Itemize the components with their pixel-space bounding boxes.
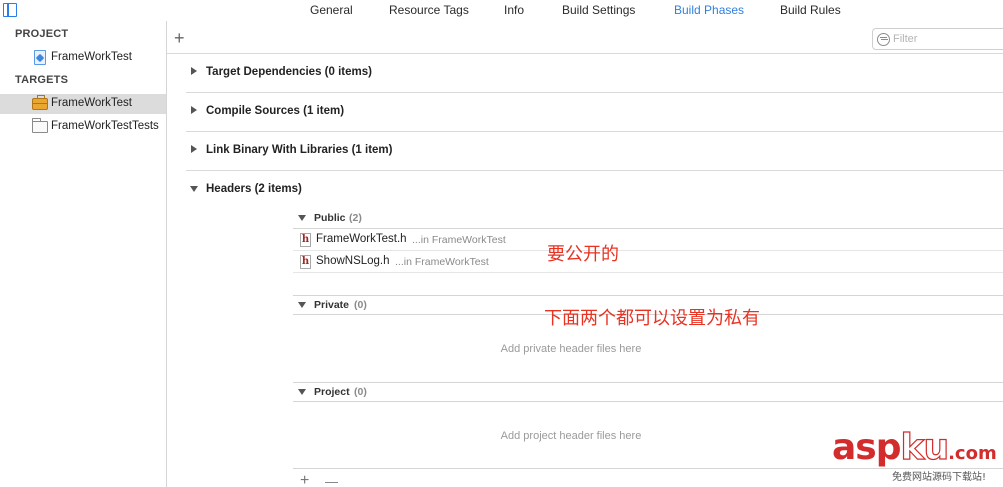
- project-target-sidebar: PROJECT FrameWorkTest TARGETS FrameWorkT…: [0, 21, 167, 487]
- filter-icon: [877, 33, 890, 46]
- add-header-button[interactable]: +: [300, 473, 309, 487]
- section-count: (0): [354, 386, 367, 398]
- section-count: (2): [349, 212, 362, 224]
- tab-build-rules[interactable]: Build Rules: [780, 3, 841, 17]
- sidebar-item-target-frameworktesttests[interactable]: FrameWorkTestTests: [0, 117, 166, 137]
- sidebar-item-label: FrameWorkTestTests: [51, 120, 159, 132]
- sidebar-item-label: FrameWorkTest: [51, 97, 132, 109]
- filter-field[interactable]: [872, 28, 1003, 50]
- divider: [293, 401, 1003, 402]
- annotation-public-note: 要公开的: [547, 244, 619, 265]
- file-name: FrameWorkTest.h: [316, 233, 407, 245]
- tab-bar: General Resource Tags Info Build Setting…: [0, 0, 1003, 21]
- section-name: Public: [314, 212, 346, 224]
- phase-headers[interactable]: Headers (2 items): [186, 171, 1003, 210]
- remove-header-button[interactable]: —: [325, 474, 338, 487]
- annotation-private-note: 下面两个都可以设置为私有: [544, 308, 760, 329]
- tab-build-phases[interactable]: Build Phases: [674, 3, 744, 17]
- sidebar-item-project[interactable]: FrameWorkTest: [0, 48, 166, 68]
- tab-general[interactable]: General: [310, 3, 353, 17]
- project-placeholder: Add project header files here: [500, 430, 642, 442]
- phase-title: Link Binary With Libraries (1 item): [206, 144, 393, 156]
- tab-info[interactable]: Info: [504, 3, 524, 17]
- section-count: (0): [354, 299, 367, 311]
- add-build-phase-button[interactable]: +: [174, 29, 185, 47]
- phase-title: Headers (2 items): [206, 183, 302, 195]
- phase-target-dependencies[interactable]: Target Dependencies (0 items): [186, 54, 1003, 93]
- folder-icon: [32, 118, 48, 133]
- disclosure-right-icon[interactable]: [191, 145, 197, 153]
- watermark-asp: asp: [832, 427, 901, 468]
- toolbox-icon: [32, 95, 48, 110]
- project-header-row[interactable]: Project (0): [293, 383, 1003, 401]
- file-name: ShowNSLog.h: [316, 255, 390, 267]
- sidebar-item-label: FrameWorkTest: [51, 51, 132, 63]
- disclosure-down-icon[interactable]: [298, 389, 306, 395]
- sidebar-toggle-icon[interactable]: [3, 3, 17, 17]
- project-section-header: PROJECT: [15, 28, 69, 40]
- section-name: Project: [314, 386, 350, 398]
- file-location: ...in FrameWorkTest: [412, 234, 506, 246]
- tab-resource-tags[interactable]: Resource Tags: [389, 3, 469, 17]
- phase-title: Compile Sources (1 item): [206, 105, 345, 117]
- header-file-icon: h: [300, 255, 311, 269]
- disclosure-down-icon[interactable]: [190, 186, 198, 192]
- watermark-com: .com: [948, 443, 997, 464]
- header-file-row[interactable]: h FrameWorkTest.h ...in FrameWorkTest: [293, 229, 1003, 251]
- header-file-row[interactable]: h ShowNSLog.h ...in FrameWorkTest: [293, 251, 1003, 273]
- disclosure-down-icon[interactable]: [298, 215, 306, 221]
- public-header-row[interactable]: Public (2): [293, 209, 1003, 227]
- watermark-ku: ku: [900, 427, 950, 468]
- disclosure-right-icon[interactable]: [191, 106, 197, 114]
- project-file-icon: [34, 50, 46, 65]
- watermark-logo: aspku.com 免费网站源码下载站!: [832, 427, 1002, 484]
- tab-build-settings[interactable]: Build Settings: [562, 3, 635, 17]
- phase-compile-sources[interactable]: Compile Sources (1 item): [186, 93, 1003, 132]
- phase-link-binary[interactable]: Link Binary With Libraries (1 item): [186, 132, 1003, 171]
- watermark-subtitle: 免费网站源码下载站!: [892, 472, 987, 483]
- phase-title: Target Dependencies (0 items): [206, 66, 372, 78]
- private-placeholder: Add private header files here: [500, 343, 642, 355]
- section-name: Private: [314, 299, 350, 311]
- sidebar-item-target-frameworktest[interactable]: FrameWorkTest: [0, 94, 166, 114]
- filter-input[interactable]: [893, 31, 1003, 47]
- header-file-icon: h: [300, 233, 311, 247]
- file-location: ...in FrameWorkTest: [395, 256, 489, 268]
- disclosure-down-icon[interactable]: [298, 302, 306, 308]
- disclosure-right-icon[interactable]: [191, 67, 197, 75]
- targets-section-header: TARGETS: [15, 74, 69, 86]
